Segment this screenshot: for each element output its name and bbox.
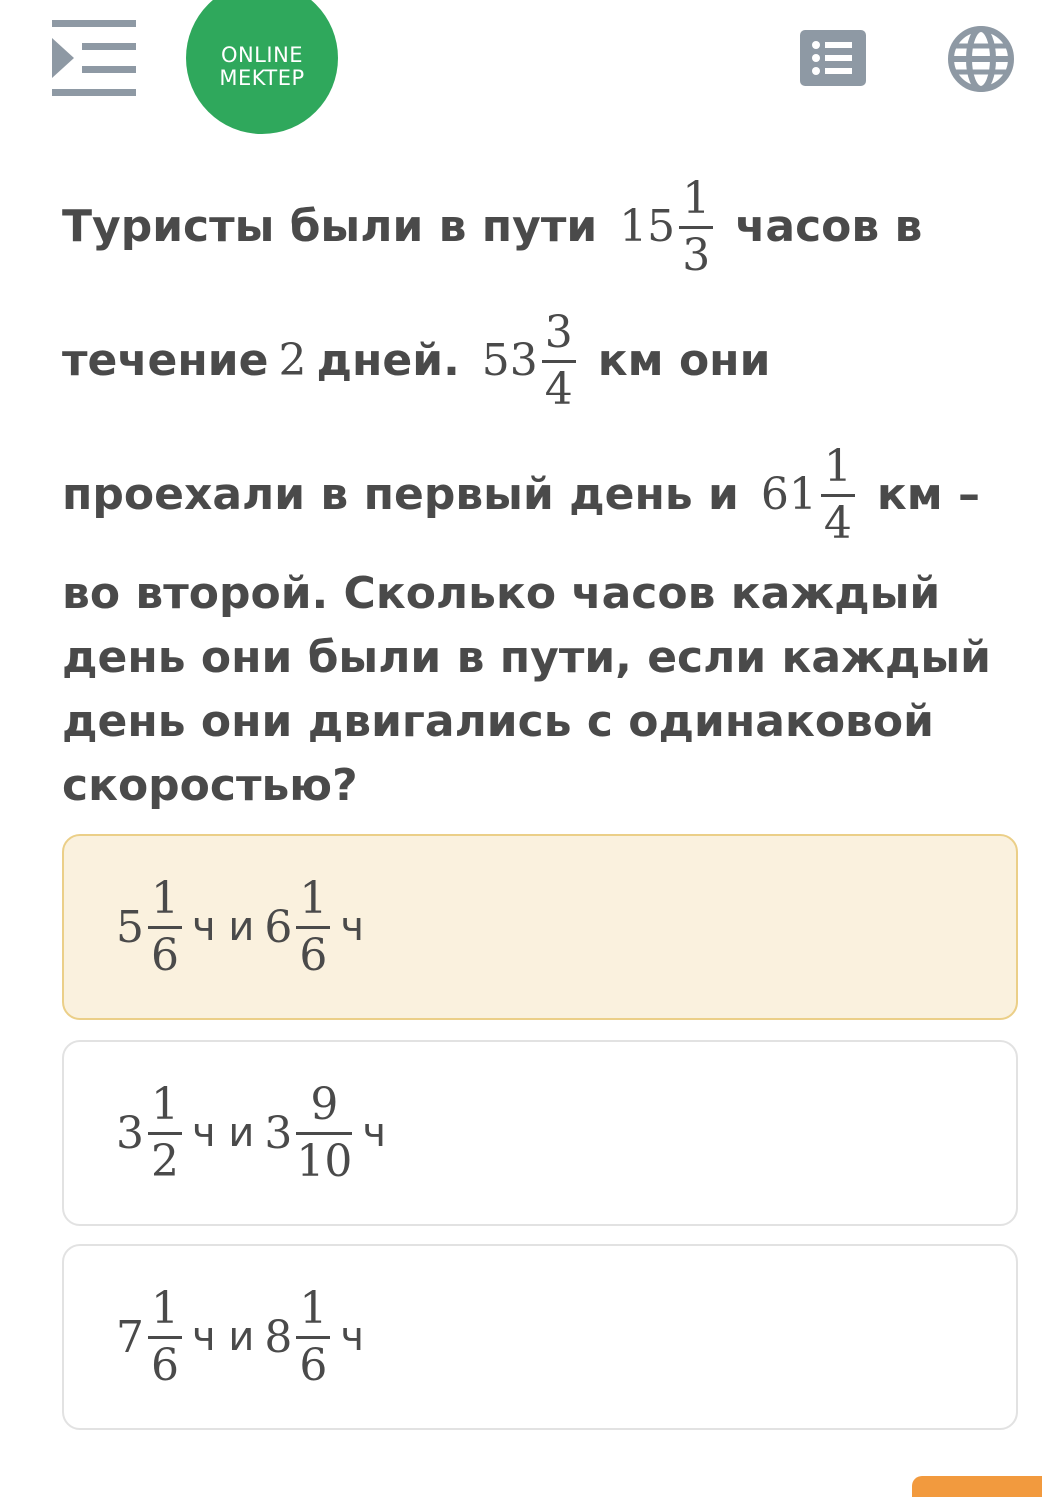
question-text: Туристы были в пути 15 1 3 часов в течен…: [62, 160, 1022, 818]
question-line-2: течение 2 дней. 53 3 4 км они: [62, 306, 771, 417]
fraction: 3 4: [541, 306, 576, 417]
answer-option-1[interactable]: 5 1 6 ч и 6 1 6 ч: [62, 834, 1018, 1020]
online-mektep-logo[interactable]: ONLINE MEKTEP: [186, 0, 338, 134]
answer-text: 7 1 6 ч и 8 1 6 ч: [116, 1282, 364, 1393]
answer-text: 5 1 6 ч и 6 1 6 ч: [116, 872, 364, 983]
question-line-7: скоростью?: [62, 760, 358, 811]
list-icon[interactable]: [800, 30, 866, 86]
fraction: 1 4: [820, 440, 855, 551]
answer-option-2[interactable]: 3 1 2 ч и 3 9 10 ч: [62, 1040, 1018, 1226]
mixed-number: 3 1 2: [116, 1078, 182, 1189]
mixed-number: 7 1 6: [116, 1282, 182, 1393]
mixed-number: 15 1 3: [619, 172, 714, 283]
fraction: 1 3: [679, 172, 714, 283]
fraction: 1 6: [296, 1282, 331, 1393]
answer-option-3[interactable]: 7 1 6 ч и 8 1 6 ч: [62, 1244, 1018, 1430]
logo-line2: MEKTEP: [219, 66, 305, 90]
fraction: 1 6: [148, 872, 182, 983]
next-button-edge[interactable]: [912, 1476, 1042, 1497]
mixed-number: 6 1 6: [264, 872, 331, 983]
menu-collapse-icon[interactable]: [52, 18, 136, 98]
mixed-number: 5 1 6: [116, 872, 182, 983]
mixed-number: 3 9 10: [264, 1078, 353, 1187]
question-line-4: во второй. Сколько часов каждый: [62, 568, 941, 619]
fraction: 1 6: [296, 872, 331, 983]
mixed-number: 53 3 4: [482, 306, 576, 417]
fraction: 9 10: [296, 1078, 353, 1187]
question-line-1: Туристы были в пути 15 1 3 часов в: [62, 172, 923, 283]
fraction: 1 6: [148, 1282, 182, 1393]
logo-line1: ONLINE: [220, 43, 304, 67]
globe-icon[interactable]: [948, 26, 1014, 92]
mixed-number: 61 1 4: [761, 440, 855, 551]
fraction: 1 2: [148, 1078, 182, 1189]
app-header: ONLINE MEKTEP: [0, 0, 1042, 140]
question-line-6: день они двигались с одинаковой: [62, 696, 934, 747]
question-line-5: день они были в пути, если каждый: [62, 632, 991, 683]
answer-text: 3 1 2 ч и 3 9 10 ч: [116, 1078, 386, 1189]
question-line-3: проехали в первый день и 61 1 4 км –: [62, 440, 980, 551]
mixed-number: 8 1 6: [264, 1282, 331, 1393]
